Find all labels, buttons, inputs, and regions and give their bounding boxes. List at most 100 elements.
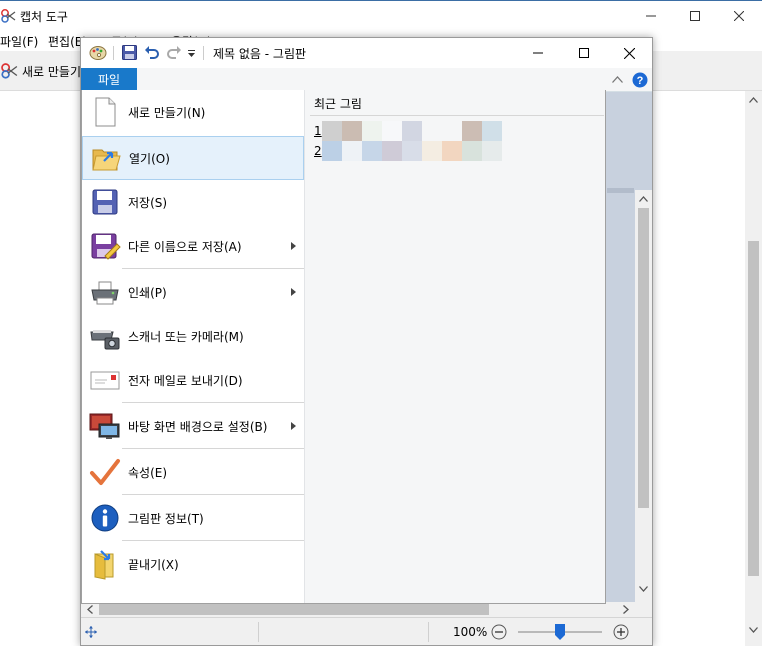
menu-item-label: 끝내기(X) bbox=[128, 557, 179, 572]
snip-menu-file[interactable]: 파일(F) bbox=[0, 33, 38, 50]
snip-vertical-scrollbar[interactable] bbox=[745, 91, 762, 646]
recent-item-number: 2 bbox=[314, 144, 322, 158]
paint-vertical-scroll-thumb[interactable] bbox=[638, 208, 649, 508]
blurred-block bbox=[422, 141, 442, 161]
paint-horizontal-scrollbar[interactable] bbox=[81, 602, 635, 617]
menu-item-label: 저장(S) bbox=[128, 195, 168, 210]
scroll-left-arrow-icon[interactable] bbox=[87, 605, 93, 614]
menu-item-label: 속성(E) bbox=[128, 465, 168, 480]
save-icon[interactable] bbox=[122, 45, 137, 60]
recent-item-1[interactable]: 1 bbox=[310, 121, 606, 141]
blurred-block bbox=[462, 141, 482, 161]
menu-item-label: 인쇄(P) bbox=[128, 285, 167, 300]
menu-item-exit[interactable]: 끝내기(X) bbox=[82, 542, 304, 586]
recent-pictures-heading: 최근 그림 bbox=[314, 97, 362, 111]
scroll-up-arrow-icon[interactable] bbox=[639, 196, 648, 202]
menu-separator bbox=[122, 540, 304, 541]
printer-icon bbox=[89, 276, 121, 308]
menu-separator bbox=[122, 268, 304, 269]
help-icon[interactable]: ? bbox=[632, 72, 648, 88]
checkmark-icon bbox=[89, 456, 121, 488]
blurred-block bbox=[402, 121, 422, 141]
paint-horizontal-scroll-thumb[interactable] bbox=[99, 604, 489, 615]
titlebar-divider bbox=[203, 46, 204, 60]
menu-item-save[interactable]: 저장(S) bbox=[82, 180, 304, 224]
menu-item-new[interactable]: 새로 만들기(N) bbox=[82, 90, 304, 134]
save-icon bbox=[89, 186, 121, 218]
menu-item-about-paint[interactable]: 그림판 정보(T) bbox=[82, 496, 304, 540]
menu-item-print[interactable]: 인쇄(P) bbox=[82, 270, 304, 314]
menu-separator bbox=[122, 448, 304, 449]
blurred-block bbox=[382, 121, 402, 141]
email-icon bbox=[89, 364, 121, 396]
paint-maximize-button[interactable] bbox=[561, 38, 607, 68]
scanner-camera-icon bbox=[89, 320, 121, 352]
snip-minimize-button[interactable] bbox=[628, 1, 674, 31]
blurred-block bbox=[482, 141, 502, 161]
submenu-arrow-icon bbox=[291, 242, 296, 250]
menu-item-label: 새로 만들기(N) bbox=[128, 105, 206, 120]
titlebar-divider bbox=[113, 46, 114, 60]
snip-new-button[interactable]: 새로 만들기 bbox=[0, 59, 81, 83]
recent-item-number: 1 bbox=[314, 124, 322, 138]
scroll-down-arrow-icon[interactable] bbox=[749, 627, 758, 633]
menu-item-open[interactable]: 열기(O) bbox=[82, 136, 304, 180]
blurred-block bbox=[362, 141, 382, 161]
desktop-background-icon bbox=[89, 410, 121, 442]
customize-quick-access-icon[interactable] bbox=[187, 49, 196, 58]
menu-separator bbox=[122, 402, 304, 403]
save-as-icon bbox=[89, 230, 121, 262]
menu-item-label: 바탕 화면 배경으로 설정(B) bbox=[128, 419, 268, 434]
paint-minimize-button[interactable] bbox=[515, 38, 561, 68]
file-menu: 새로 만들기(N) 열기(O) 저장(S) 다른 이름으로 저장(A) 인쇄(P… bbox=[81, 90, 606, 604]
redo-icon[interactable] bbox=[166, 45, 182, 60]
snip-maximize-button[interactable] bbox=[672, 1, 718, 31]
menu-item-properties[interactable]: 속성(E) bbox=[82, 450, 304, 494]
blurred-block bbox=[322, 121, 342, 141]
submenu-arrow-icon bbox=[291, 422, 296, 430]
menu-separator bbox=[122, 494, 304, 495]
scroll-down-arrow-icon[interactable] bbox=[639, 586, 648, 592]
menu-item-save-as[interactable]: 다른 이름으로 저장(A) bbox=[82, 224, 304, 268]
ribbon-tab-bar: 파일 ? bbox=[81, 68, 652, 92]
paint-titlebar: 제목 없음 - 그림판 bbox=[81, 38, 652, 68]
cursor-position-icon bbox=[85, 626, 97, 638]
paint-close-button[interactable] bbox=[606, 38, 652, 68]
paint-vertical-scrollbar[interactable] bbox=[635, 190, 652, 602]
blurred-block bbox=[342, 121, 362, 141]
snipping-tool-titlebar: 캡처 도구 bbox=[0, 1, 762, 31]
undo-icon[interactable] bbox=[144, 45, 160, 60]
blurred-block bbox=[362, 121, 382, 141]
blurred-block bbox=[342, 141, 362, 161]
zoom-slider[interactable] bbox=[518, 624, 602, 640]
file-menu-commands: 새로 만들기(N) 열기(O) 저장(S) 다른 이름으로 저장(A) 인쇄(P… bbox=[82, 90, 305, 603]
menu-item-label: 전자 메일로 보내기(D) bbox=[128, 373, 243, 388]
blurred-block bbox=[382, 141, 402, 161]
snipping-tool-title: 캡처 도구 bbox=[20, 10, 68, 24]
submenu-arrow-icon bbox=[291, 288, 296, 296]
scissors-icon bbox=[0, 62, 18, 80]
recent-item-2[interactable]: 2 bbox=[310, 141, 606, 161]
menu-item-scanner[interactable]: 스캐너 또는 카메라(M) bbox=[82, 314, 304, 358]
zoom-slider-thumb[interactable] bbox=[555, 624, 565, 640]
status-bar: 100% bbox=[81, 617, 652, 645]
zoom-in-icon[interactable] bbox=[613, 624, 629, 640]
menu-item-email[interactable]: 전자 메일로 보내기(D) bbox=[82, 358, 304, 402]
snip-close-button[interactable] bbox=[716, 1, 762, 31]
blurred-block bbox=[462, 121, 482, 141]
blurred-block bbox=[482, 121, 502, 141]
scroll-up-arrow-icon[interactable] bbox=[749, 97, 758, 103]
minimize-ribbon-icon[interactable] bbox=[612, 76, 623, 83]
scroll-right-arrow-icon[interactable] bbox=[623, 605, 629, 614]
recent-separator bbox=[310, 115, 604, 116]
status-divider bbox=[428, 622, 429, 642]
blurred-block bbox=[322, 141, 342, 161]
snip-scroll-thumb[interactable] bbox=[748, 241, 759, 576]
canvas-shadow bbox=[607, 188, 634, 193]
zoom-out-icon[interactable] bbox=[491, 624, 507, 640]
paint-palette-icon[interactable] bbox=[89, 45, 107, 61]
open-folder-icon bbox=[90, 143, 122, 175]
menu-item-set-desktop-background[interactable]: 바탕 화면 배경으로 설정(B) bbox=[82, 404, 304, 448]
snip-new-label: 새로 만들기 bbox=[22, 64, 82, 79]
file-tab[interactable]: 파일 bbox=[81, 68, 137, 91]
